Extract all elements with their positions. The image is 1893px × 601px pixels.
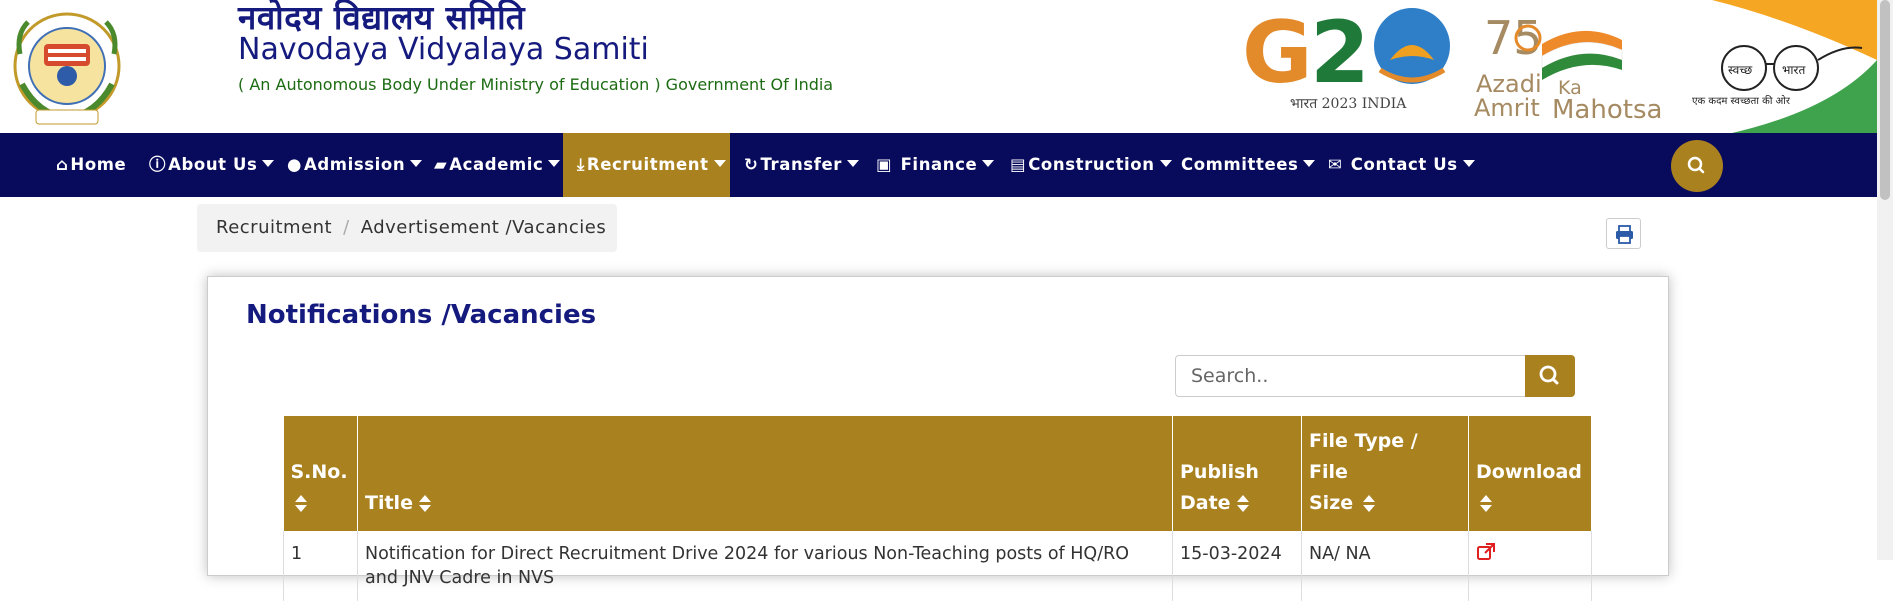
- sort-icon: [1236, 494, 1249, 513]
- nav-search-button[interactable]: [1671, 140, 1723, 192]
- info-icon: ⓘ: [149, 155, 167, 174]
- money-icon: ▣: [876, 155, 893, 174]
- nav-label: Finance: [900, 155, 978, 174]
- caret-down-icon: [1159, 160, 1172, 167]
- g20-logo[interactable]: G 2 भारत 2023 INDIA: [1240, 0, 1458, 120]
- site-header: नवोदय विद्यालय समिति Navodaya Vidyalaya …: [0, 0, 1877, 133]
- sort-icon: [418, 494, 431, 513]
- column-header-title[interactable]: Title: [357, 416, 1173, 531]
- breadcrumb: Recruitment / Advertisement /Vacancies: [197, 204, 617, 252]
- envelope-icon: ✉: [1328, 155, 1343, 174]
- breadcrumb-item-recruitment[interactable]: Recruitment: [216, 217, 332, 238]
- site-subtitle: ( An Autonomous Body Under Ministry of E…: [238, 75, 834, 94]
- nav-item-about-us[interactable]: ⓘ About Us: [149, 133, 275, 197]
- page-title: Notifications /Vacancies: [246, 300, 597, 330]
- column-header-publish-date[interactable]: Publish Date: [1172, 416, 1302, 531]
- column-header-label: Publish: [1180, 461, 1259, 483]
- sort-icon: [1480, 494, 1492, 513]
- column-header-label: Title: [365, 492, 413, 514]
- column-header-file-type[interactable]: File Type / File Size: [1301, 416, 1469, 531]
- nav-item-admission[interactable]: ● Admission: [287, 133, 423, 197]
- nav-item-recruitment[interactable]: ⤓ Recruitment: [563, 133, 730, 197]
- nav-item-transfer[interactable]: ↻ Transfer: [744, 133, 860, 197]
- svg-text:2: 2: [1310, 3, 1370, 103]
- caret-down-icon: [548, 160, 561, 167]
- home-icon: ⌂: [56, 155, 69, 174]
- column-header-download[interactable]: Download: [1468, 416, 1592, 531]
- caret-down-icon: [713, 160, 726, 167]
- cell-title: Notification for Direct Recruitment Driv…: [357, 531, 1173, 601]
- svg-text:Amrit: Amrit: [1474, 94, 1540, 122]
- breadcrumb-separator: /: [343, 217, 350, 238]
- search-input[interactable]: [1175, 355, 1526, 397]
- search-button[interactable]: [1525, 355, 1575, 397]
- site-title[interactable]: Navodaya Vidyalaya Samiti: [238, 32, 649, 67]
- user-icon: ●: [287, 155, 302, 174]
- nav-label: Transfer: [760, 155, 843, 174]
- column-header-label: Date: [1180, 492, 1231, 514]
- cell-download: [1468, 531, 1592, 601]
- nav-label: Construction: [1028, 155, 1155, 174]
- column-header-label: Download: [1476, 461, 1582, 483]
- cell-file-type: NA/ NA: [1301, 531, 1469, 601]
- nav-item-contact-us[interactable]: ✉ Contact Us: [1328, 133, 1475, 197]
- nav-label: Academic: [449, 155, 544, 174]
- nav-label: Committees: [1181, 155, 1299, 174]
- nav-item-academic[interactable]: ▰ Academic: [434, 133, 561, 197]
- azadi-ka-amrit-mahotsav-logo[interactable]: 75 Azadi Ka Amrit Mahotsav: [1472, 10, 1662, 122]
- caret-down-icon: [410, 160, 423, 167]
- cell-sno: 1: [283, 531, 358, 601]
- sort-icon: [1363, 494, 1376, 513]
- book-icon: ▰: [434, 155, 448, 174]
- column-header-label: S.No.: [290, 461, 348, 483]
- svg-text:Mahotsav: Mahotsav: [1552, 95, 1662, 122]
- print-icon: [1616, 225, 1633, 244]
- external-link-icon[interactable]: [1476, 542, 1496, 562]
- caret-down-icon: [1303, 160, 1316, 167]
- nav-item-finance[interactable]: ▣ Finance: [876, 133, 995, 197]
- print-button[interactable]: [1606, 218, 1641, 249]
- download-icon: ⤓: [577, 155, 585, 174]
- main-navbar: ⌂ Home ⓘ About Us ● Admission ▰ Academic ⤓ Re…: [0, 133, 1877, 197]
- svg-text:भारत: भारत: [1782, 63, 1806, 77]
- column-header-label: Size: [1309, 492, 1354, 514]
- cell-publish-date: 15-03-2024: [1172, 531, 1302, 601]
- search-icon: [1539, 365, 1559, 385]
- svg-text:G: G: [1242, 3, 1313, 103]
- vacancies-table: S.No. Title Publish Date File Type / File…: [283, 416, 1592, 601]
- search-icon: [1687, 156, 1705, 174]
- nav-label: Home: [70, 155, 127, 174]
- nav-item-committees[interactable]: Committees: [1181, 133, 1316, 197]
- caret-down-icon: [847, 160, 860, 167]
- breadcrumb-item-current: Advertisement /Vacancies: [360, 217, 607, 238]
- nav-label: Contact Us: [1350, 155, 1458, 174]
- nav-label: About Us: [168, 155, 258, 174]
- svg-text:स्वच्छ: स्वच्छ: [1728, 63, 1752, 77]
- page-scrollbar[interactable]: [1877, 0, 1893, 560]
- svg-text:भारत 2023 INDIA: भारत 2023 INDIA: [1290, 96, 1407, 112]
- caret-down-icon: [982, 160, 995, 167]
- sort-icon: [294, 494, 307, 513]
- building-icon: ▤: [1010, 155, 1027, 174]
- caret-down-icon: [1462, 160, 1475, 167]
- column-header-sno[interactable]: S.No.: [283, 416, 358, 531]
- nav-item-home[interactable]: ⌂ Home: [56, 133, 126, 197]
- column-header-label: File Type / File: [1309, 430, 1418, 483]
- svg-text:75: 75: [1484, 11, 1543, 65]
- refresh-icon: ↻: [744, 155, 759, 174]
- nav-item-construction[interactable]: ▤ Construction: [1010, 133, 1172, 197]
- nav-label: Recruitment: [586, 155, 709, 174]
- table-header-row: S.No. Title Publish Date File Type / File…: [283, 416, 1592, 531]
- caret-down-icon: [262, 160, 275, 167]
- nav-label: Admission: [304, 155, 406, 174]
- nvs-logo[interactable]: [8, 4, 126, 128]
- table-row: 1 Notification for Direct Recruitment Dr…: [283, 531, 1592, 601]
- svg-text:एक कदम स्वच्छता की ओर: एक कदम स्वच्छता की ओर: [1692, 95, 1791, 107]
- scrollbar-thumb[interactable]: [1880, 0, 1890, 200]
- swachh-bharat-logo[interactable]: स्वच्छ भारत एक कदम स्वच्छता की ओर: [1672, 0, 1877, 133]
